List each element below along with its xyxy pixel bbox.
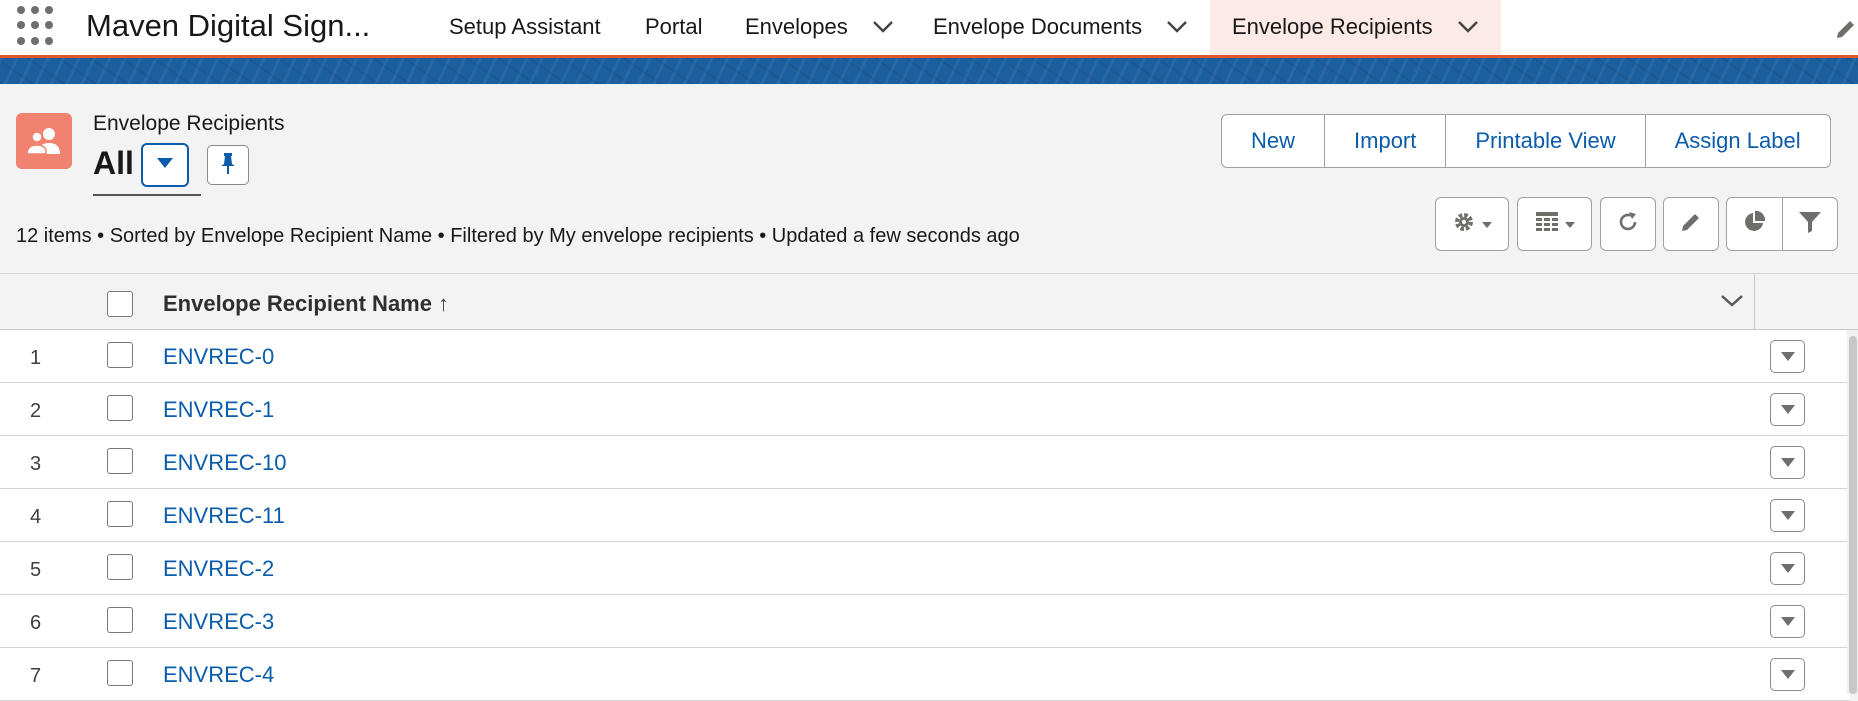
chevron-down-icon[interactable]: [1457, 0, 1479, 53]
tab-envelope-documents[interactable]: Envelope Documents: [933, 0, 1188, 55]
list-view-controls-button[interactable]: [1435, 197, 1509, 251]
gear-icon: [1452, 210, 1476, 239]
row-checkbox[interactable]: [107, 660, 133, 686]
record-link[interactable]: ENVREC-3: [163, 609, 274, 635]
chevron-down-icon[interactable]: [1166, 0, 1188, 53]
row-actions-button[interactable]: [1770, 499, 1805, 532]
column-divider: [1754, 274, 1755, 330]
row-number: 7: [30, 665, 42, 687]
table-row: 4 ENVREC-11: [0, 489, 1850, 542]
global-nav: Maven Digital Sign... Setup Assistant Po…: [0, 0, 1858, 58]
list-actions: New Import Printable View Assign Label: [1221, 114, 1831, 168]
row-checkbox[interactable]: [107, 501, 133, 527]
list-table: Envelope Recipient Name ↑ 1 ENVREC-0 2 ENVRE…: [0, 273, 1858, 701]
tab-envelope-recipients[interactable]: Envelope Recipients: [1210, 0, 1501, 55]
tab-label: Envelopes: [745, 14, 848, 39]
tab-label: Envelope Documents: [933, 14, 1143, 39]
sort-ascending-icon: ↑: [437, 291, 449, 316]
filters-button[interactable]: [1783, 198, 1838, 250]
chevron-down-icon[interactable]: [872, 0, 894, 53]
table-header: Envelope Recipient Name ↑: [0, 274, 1858, 330]
record-link[interactable]: ENVREC-10: [163, 450, 286, 476]
pencil-icon[interactable]: [1834, 17, 1858, 46]
table-row: 5 ENVREC-2: [0, 542, 1850, 595]
row-number: 4: [30, 506, 42, 528]
record-link[interactable]: ENVREC-4: [163, 662, 274, 688]
caret-down-icon: [1780, 401, 1795, 419]
record-link[interactable]: ENVREC-1: [163, 397, 274, 423]
tab-label: Envelope Recipients: [1232, 14, 1433, 39]
column-header-envelope-recipient-name[interactable]: Envelope Recipient Name ↑: [163, 291, 449, 317]
tab-envelopes[interactable]: Envelopes: [745, 0, 894, 55]
list-status: 12 items • Sorted by Envelope Recipient …: [16, 225, 1020, 247]
select-all-checkbox[interactable]: [107, 291, 133, 317]
row-checkbox[interactable]: [107, 554, 133, 580]
import-button[interactable]: Import: [1325, 115, 1447, 167]
caret-down-icon: [1780, 560, 1795, 578]
table-icon: [1535, 211, 1559, 238]
row-actions-button[interactable]: [1770, 605, 1805, 638]
filter-icon: [1798, 210, 1822, 239]
caret-down-icon: [1780, 666, 1795, 684]
caret-down-icon: [1780, 348, 1795, 366]
caret-down-icon: [1780, 454, 1795, 472]
row-actions-button[interactable]: [1770, 340, 1805, 373]
object-label: Envelope Recipients: [93, 112, 285, 135]
row-number: 3: [30, 453, 42, 475]
record-link[interactable]: ENVREC-11: [163, 503, 285, 529]
waffle-grid-icon[interactable]: [17, 6, 57, 46]
row-checkbox[interactable]: [107, 342, 133, 368]
people-icon: [16, 113, 72, 169]
row-number: 5: [30, 559, 42, 581]
inline-edit-button[interactable]: [1663, 197, 1719, 251]
pie-chart-icon: [1742, 210, 1766, 239]
row-actions-button[interactable]: [1770, 393, 1805, 426]
list-view-selector-button[interactable]: [141, 143, 189, 187]
caret-down-icon: [1564, 215, 1575, 233]
row-checkbox[interactable]: [107, 448, 133, 474]
printable-view-button[interactable]: Printable View: [1446, 115, 1646, 167]
row-actions-button[interactable]: [1770, 552, 1805, 585]
pin-list-view-button[interactable]: [207, 145, 249, 185]
assign-label-button[interactable]: Assign Label: [1646, 115, 1830, 167]
table-row: 7 ENVREC-4: [0, 648, 1850, 701]
table-row: 6 ENVREC-3: [0, 595, 1850, 648]
tab-portal[interactable]: Portal: [645, 0, 702, 55]
brand-banner: [0, 58, 1858, 84]
list-view-underline: [93, 194, 201, 196]
row-checkbox[interactable]: [107, 395, 133, 421]
table-row: 1 ENVREC-0: [0, 330, 1850, 383]
display-as-button[interactable]: [1517, 197, 1592, 251]
row-actions-button[interactable]: [1770, 446, 1805, 479]
record-link[interactable]: ENVREC-2: [163, 556, 274, 582]
caret-down-icon: [1780, 507, 1795, 525]
caret-down-icon: [1780, 613, 1795, 631]
row-number: 2: [30, 400, 42, 422]
chevron-down-icon[interactable]: [1720, 294, 1744, 313]
row-checkbox[interactable]: [107, 607, 133, 633]
record-link[interactable]: ENVREC-0: [163, 344, 274, 370]
column-header-label: Envelope Recipient Name: [163, 291, 432, 316]
refresh-button[interactable]: [1600, 197, 1656, 251]
refresh-icon: [1616, 210, 1640, 239]
table-row: 2 ENVREC-1: [0, 383, 1850, 436]
caret-down-icon: [156, 156, 174, 174]
pencil-icon: [1680, 211, 1702, 238]
tab-label: Setup Assistant: [449, 14, 601, 39]
new-button[interactable]: New: [1222, 115, 1326, 167]
list-view-name: All: [93, 145, 134, 181]
row-actions-button[interactable]: [1770, 658, 1805, 691]
tab-label: Portal: [645, 14, 703, 39]
row-number: 6: [30, 612, 42, 634]
tab-setup-assistant[interactable]: Setup Assistant: [449, 0, 601, 55]
row-number: 1: [30, 347, 42, 369]
pin-icon: [220, 151, 236, 180]
show-charts-button[interactable]: [1727, 198, 1783, 250]
app-name: Maven Digital Sign...: [86, 8, 371, 43]
chart-filter-group: [1726, 197, 1838, 251]
caret-down-icon: [1482, 215, 1492, 233]
table-row: 3 ENVREC-10: [0, 436, 1850, 489]
scrollbar-thumb[interactable]: [1849, 336, 1857, 694]
